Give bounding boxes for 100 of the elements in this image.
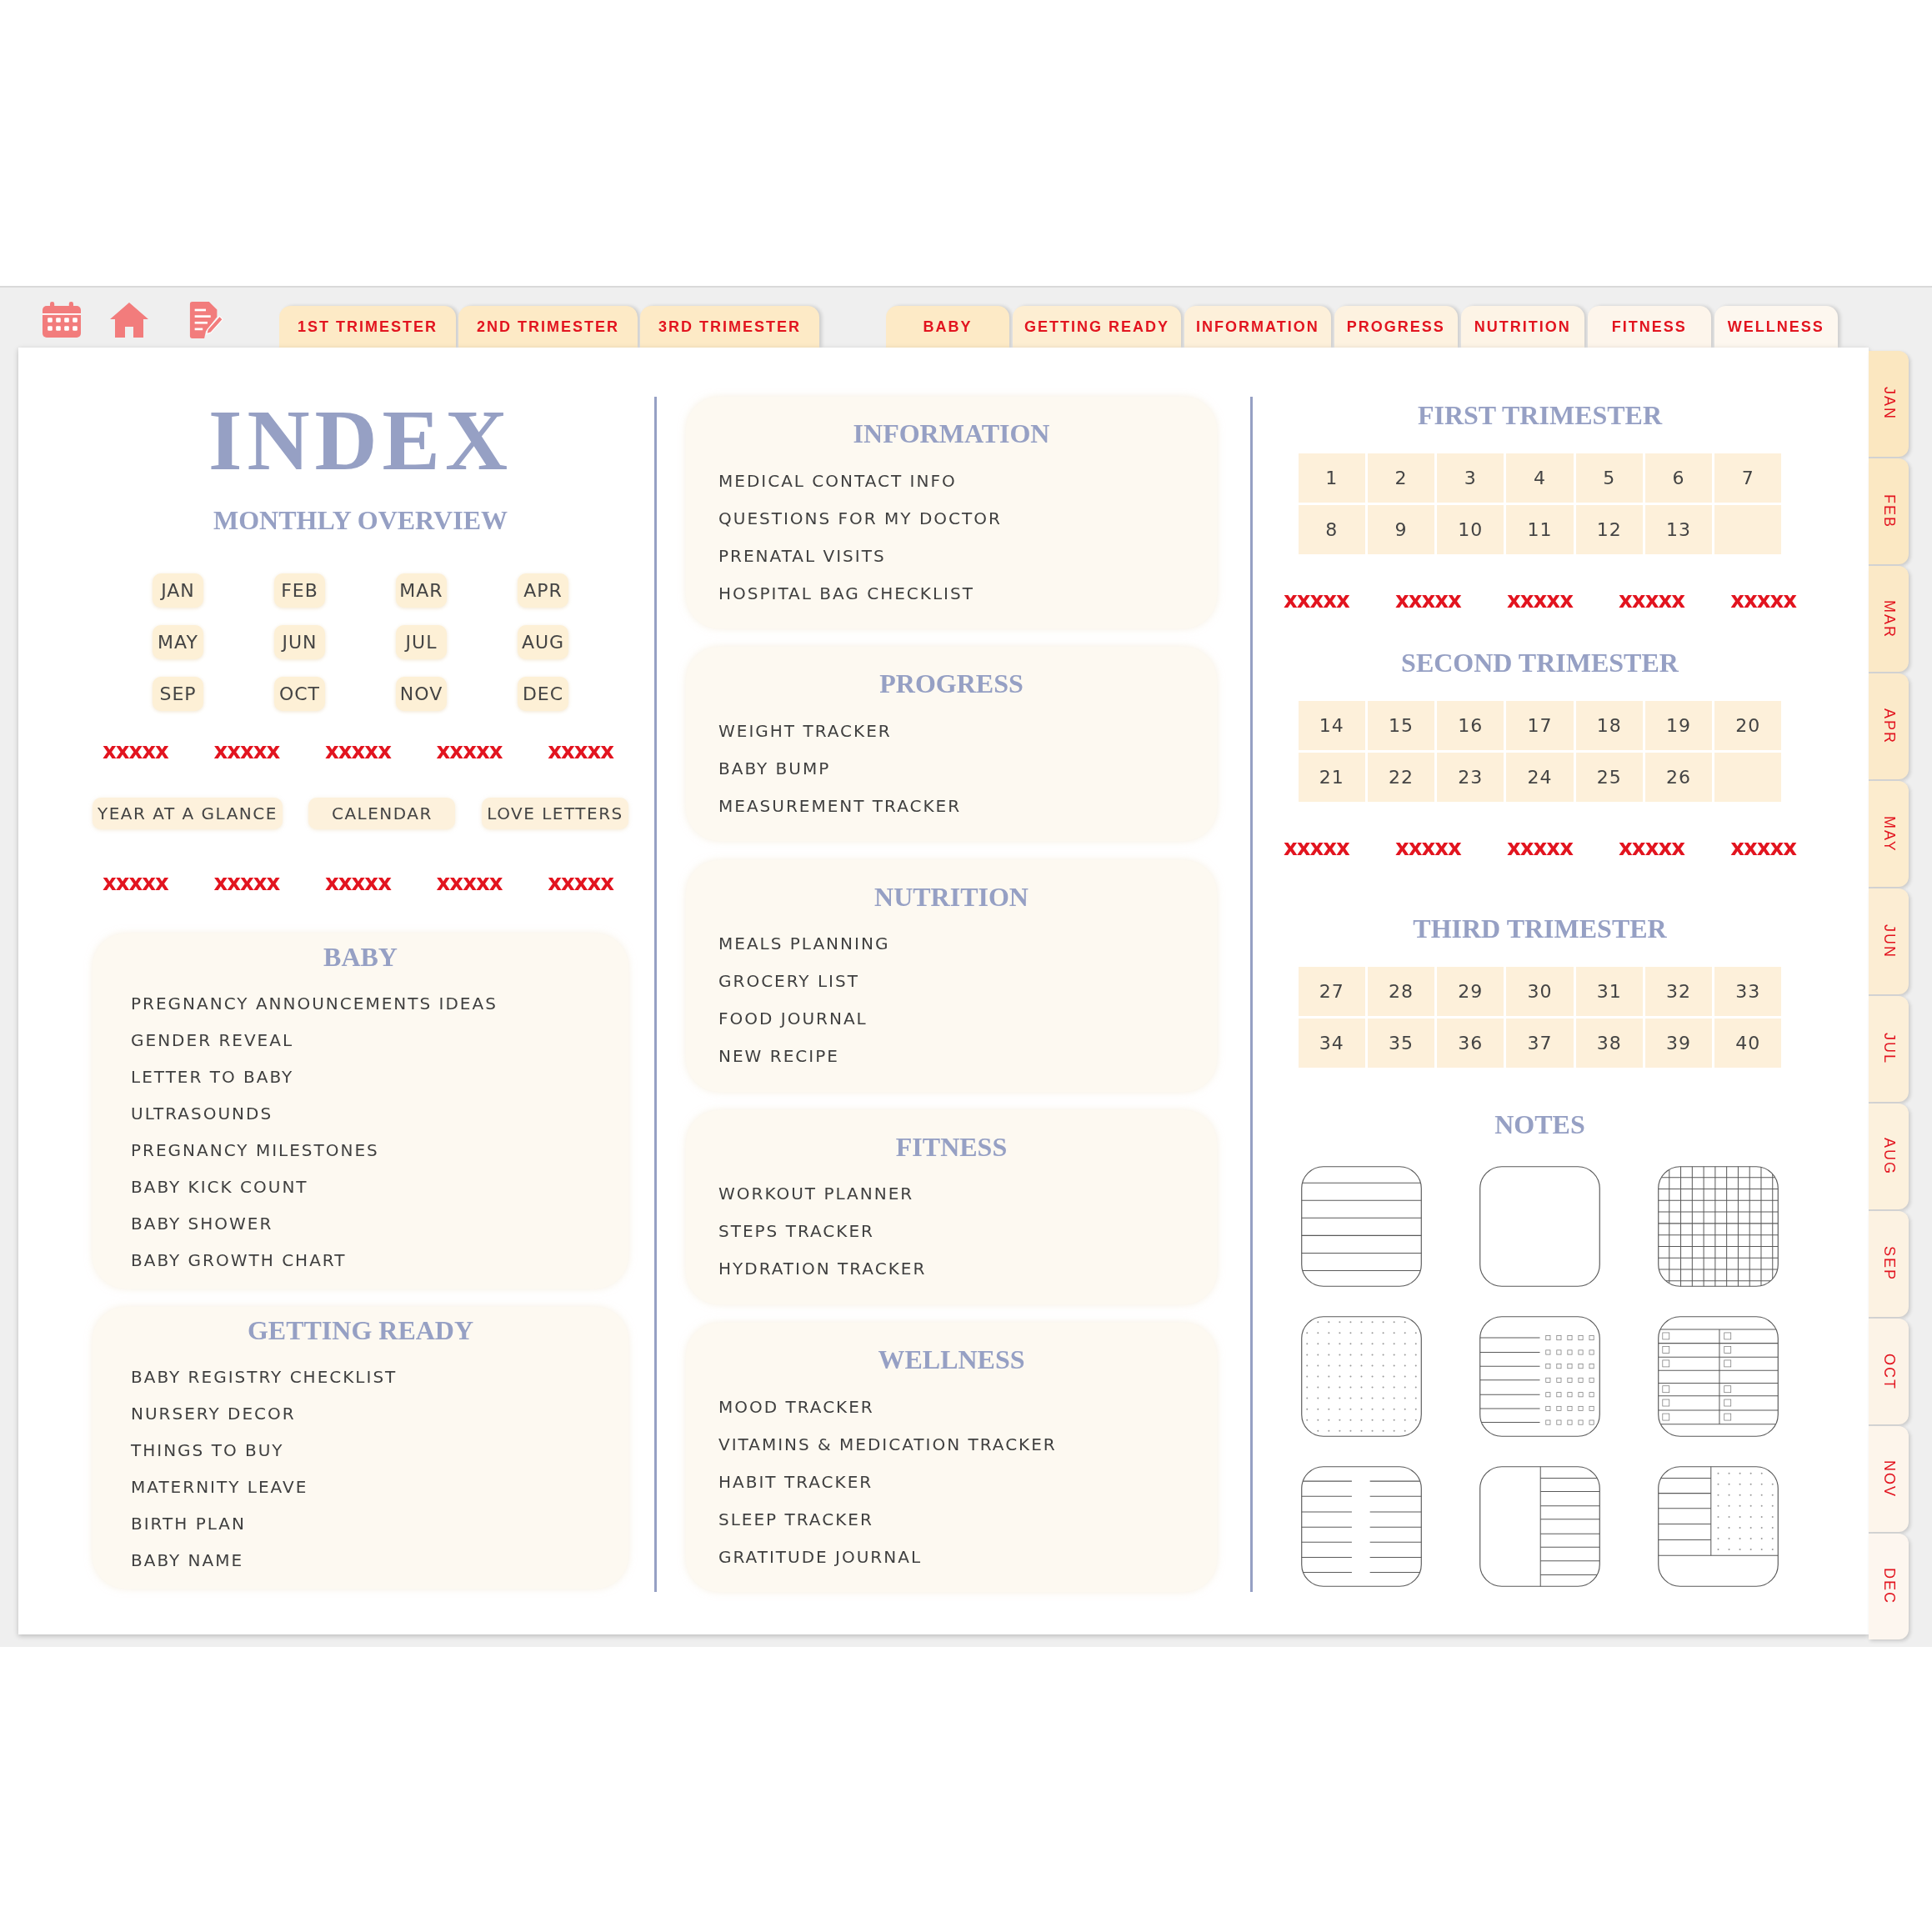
week-cell[interactable]: 31 bbox=[1575, 967, 1643, 1016]
two-column-lined-paper-icon[interactable] bbox=[1300, 1466, 1422, 1587]
section-link[interactable]: GENDER REVEAL bbox=[131, 1030, 294, 1050]
week-cell[interactable]: 38 bbox=[1575, 1019, 1643, 1068]
section-link[interactable]: PREGNANCY MILESTONES bbox=[131, 1140, 379, 1160]
week-cell[interactable]: 32 bbox=[1644, 967, 1713, 1016]
section-link[interactable]: BABY KICK COUNT bbox=[131, 1177, 308, 1197]
week-cell[interactable]: 3 bbox=[1437, 453, 1504, 503]
week-cell[interactable]: 7 bbox=[1714, 453, 1782, 503]
week-cell[interactable]: 30 bbox=[1506, 967, 1574, 1016]
week-cell[interactable]: 20 bbox=[1714, 701, 1782, 750]
section-link[interactable]: NEW RECIPE bbox=[718, 1046, 839, 1066]
week-cell[interactable]: 4 bbox=[1506, 453, 1574, 503]
section-tab[interactable]: FITNESS bbox=[1587, 306, 1711, 348]
section-link[interactable]: VITAMINS & MEDICATION TRACKER bbox=[718, 1434, 1057, 1454]
month-tab[interactable]: JAN bbox=[1869, 351, 1909, 457]
section-link[interactable]: BABY GROWTH CHART bbox=[131, 1250, 347, 1270]
week-cell[interactable]: 16 bbox=[1437, 701, 1504, 750]
week-cell[interactable]: 35 bbox=[1367, 1019, 1435, 1068]
week-cell[interactable]: 14 bbox=[1298, 701, 1365, 750]
trimester-tab[interactable]: 1ST TRIMESTER bbox=[279, 306, 456, 348]
month-tab[interactable]: DEC bbox=[1869, 1534, 1909, 1639]
section-link[interactable]: SLEEP TRACKER bbox=[718, 1509, 873, 1529]
half-lined-paper-icon[interactable] bbox=[1479, 1466, 1600, 1587]
week-cell[interactable]: 36 bbox=[1437, 1019, 1504, 1068]
week-cell[interactable]: 21 bbox=[1298, 753, 1365, 802]
week-cell[interactable]: 23 bbox=[1437, 753, 1504, 802]
section-link[interactable]: HOSPITAL BAG CHECKLIST bbox=[718, 583, 974, 603]
section-link[interactable]: LETTER TO BABY bbox=[131, 1067, 294, 1087]
lined-dotted-paper-icon[interactable] bbox=[1658, 1466, 1779, 1587]
week-cell[interactable]: 2 bbox=[1367, 453, 1435, 503]
section-tab[interactable]: WELLNESS bbox=[1714, 306, 1838, 348]
month-button[interactable]: FEB bbox=[274, 573, 325, 608]
week-cell[interactable]: 11 bbox=[1506, 505, 1574, 554]
week-cell[interactable]: 19 bbox=[1644, 701, 1713, 750]
week-cell[interactable]: 37 bbox=[1506, 1019, 1574, 1068]
section-link[interactable]: MATERNITY LEAVE bbox=[131, 1477, 308, 1497]
dot-grid-paper-icon[interactable] bbox=[1300, 1316, 1422, 1437]
section-link[interactable]: ULTRASOUNDS bbox=[131, 1104, 273, 1124]
checklist-paper-icon[interactable] bbox=[1479, 1316, 1600, 1437]
section-link[interactable]: QUESTIONS FOR MY DOCTOR bbox=[718, 508, 1002, 528]
section-link[interactable]: BABY SHOWER bbox=[131, 1214, 273, 1234]
month-button[interactable]: DEC bbox=[518, 677, 568, 711]
month-tab[interactable]: SEP bbox=[1869, 1211, 1909, 1317]
section-link[interactable]: PREGNANCY ANNOUNCEMENTS IDEAS bbox=[131, 994, 498, 1014]
section-tab[interactable]: INFORMATION bbox=[1184, 306, 1331, 348]
week-cell[interactable]: 28 bbox=[1367, 967, 1435, 1016]
month-button[interactable]: AUG bbox=[518, 625, 568, 659]
week-cell[interactable]: 8 bbox=[1298, 505, 1365, 554]
month-button[interactable]: JAN bbox=[153, 573, 203, 608]
month-button[interactable]: MAY bbox=[153, 625, 203, 659]
section-link[interactable]: GRATITUDE JOURNAL bbox=[718, 1546, 923, 1567]
month-button[interactable]: NOV bbox=[396, 677, 447, 711]
section-tab[interactable]: NUTRITION bbox=[1460, 306, 1584, 348]
section-link[interactable]: HABIT TRACKER bbox=[718, 1471, 873, 1492]
link-button[interactable]: CALENDAR bbox=[308, 798, 456, 829]
section-link[interactable]: NURSERY DECOR bbox=[131, 1404, 296, 1424]
week-cell[interactable]: 39 bbox=[1644, 1019, 1713, 1068]
week-cell[interactable]: 5 bbox=[1575, 453, 1643, 503]
section-link[interactable]: PRENATAL VISITS bbox=[718, 545, 886, 566]
section-link[interactable]: MEDICAL CONTACT INFO bbox=[718, 470, 957, 491]
section-link[interactable]: BABY BUMP bbox=[718, 758, 831, 778]
calendar-icon[interactable] bbox=[42, 302, 82, 338]
section-link[interactable]: MOOD TRACKER bbox=[718, 1396, 874, 1417]
week-cell[interactable]: 9 bbox=[1367, 505, 1435, 554]
week-cell[interactable]: 33 bbox=[1714, 967, 1782, 1016]
week-cell[interactable]: 25 bbox=[1575, 753, 1643, 802]
lined-paper-icon[interactable] bbox=[1300, 1166, 1422, 1287]
week-cell[interactable]: 15 bbox=[1367, 701, 1435, 750]
section-link[interactable]: THINGS TO BUY bbox=[131, 1440, 284, 1460]
month-button[interactable]: JUL bbox=[396, 625, 447, 659]
month-tab[interactable]: JUN bbox=[1869, 888, 1909, 994]
month-button[interactable]: OCT bbox=[274, 677, 325, 711]
month-button[interactable]: APR bbox=[518, 573, 568, 608]
month-button[interactable]: MAR bbox=[396, 573, 447, 608]
blank-paper-icon[interactable] bbox=[1479, 1166, 1600, 1287]
week-cell[interactable]: 13 bbox=[1644, 505, 1713, 554]
section-link[interactable]: MEALS PLANNING bbox=[718, 933, 890, 953]
week-cell[interactable]: 6 bbox=[1644, 453, 1713, 503]
document-pencil-icon[interactable] bbox=[188, 301, 223, 339]
section-link[interactable]: HYDRATION TRACKER bbox=[718, 1259, 927, 1279]
section-link[interactable]: BIRTH PLAN bbox=[131, 1514, 246, 1534]
month-button[interactable]: SEP bbox=[153, 677, 203, 711]
week-cell[interactable]: 18 bbox=[1575, 701, 1643, 750]
week-cell[interactable]: 12 bbox=[1575, 505, 1643, 554]
week-cell[interactable]: 29 bbox=[1437, 967, 1504, 1016]
month-tab[interactable]: AUG bbox=[1869, 1104, 1909, 1209]
month-tab[interactable]: JUL bbox=[1869, 996, 1909, 1102]
section-link[interactable]: STEPS TRACKER bbox=[718, 1221, 874, 1242]
section-link[interactable]: WEIGHT TRACKER bbox=[718, 720, 892, 741]
month-tab[interactable]: APR bbox=[1869, 673, 1909, 779]
section-link[interactable]: FOOD JOURNAL bbox=[718, 1009, 868, 1029]
section-link[interactable]: WORKOUT PLANNER bbox=[718, 1184, 914, 1204]
grid-paper-icon[interactable] bbox=[1658, 1166, 1779, 1287]
week-cell[interactable]: 10 bbox=[1437, 505, 1504, 554]
month-tab[interactable]: MAY bbox=[1869, 781, 1909, 887]
section-tab[interactable]: GETTING READY bbox=[1013, 306, 1182, 348]
week-cell[interactable]: 26 bbox=[1644, 753, 1713, 802]
month-tab[interactable]: NOV bbox=[1869, 1426, 1909, 1532]
link-button[interactable]: LOVE LETTERS bbox=[482, 798, 628, 829]
